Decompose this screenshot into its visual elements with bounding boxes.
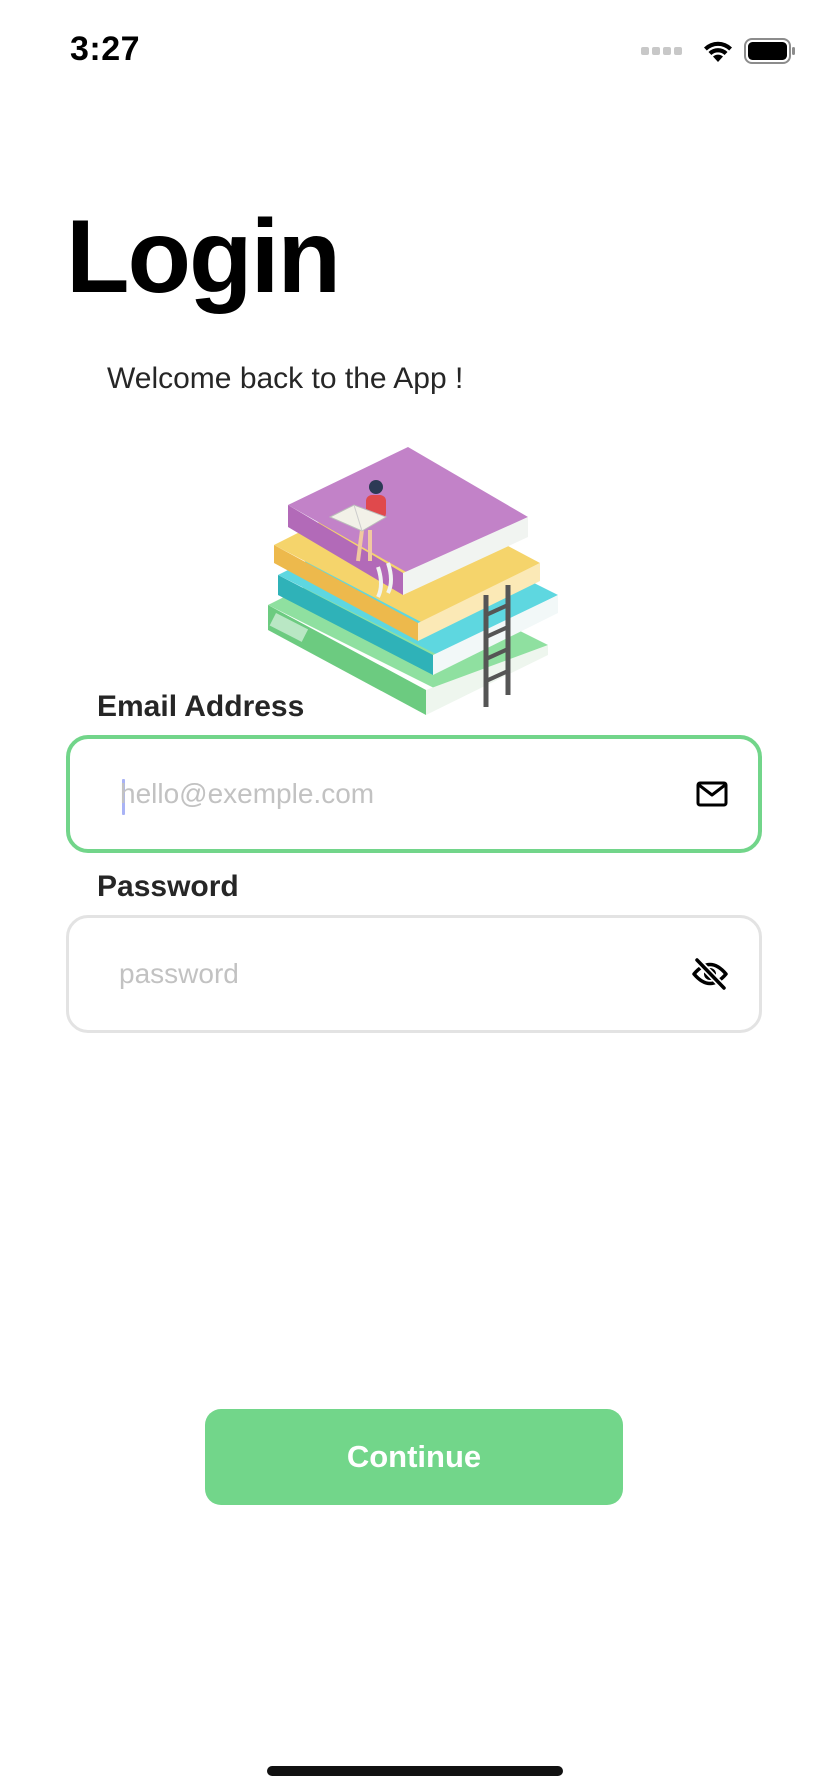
email-label: Email Address [97, 690, 305, 723]
stack-of-books-illustration [268, 447, 558, 715]
status-bar: 3:27 [0, 0, 828, 100]
mail-icon [696, 781, 728, 807]
battery-icon [744, 38, 795, 64]
page-title: Login [66, 199, 341, 315]
password-input[interactable] [119, 918, 639, 1030]
status-icons [641, 36, 796, 66]
welcome-text: Welcome back to the App ! [107, 362, 464, 395]
eye-off-icon[interactable] [691, 957, 729, 991]
password-field[interactable] [66, 915, 762, 1033]
home-indicator[interactable] [267, 1766, 563, 1776]
email-input[interactable] [120, 739, 640, 849]
status-time: 3:27 [70, 30, 141, 68]
email-field[interactable] [66, 735, 762, 853]
continue-button[interactable]: Continue [205, 1409, 623, 1505]
password-label: Password [97, 870, 239, 903]
signal-dots-icon [641, 47, 682, 55]
wifi-icon [704, 41, 732, 62]
